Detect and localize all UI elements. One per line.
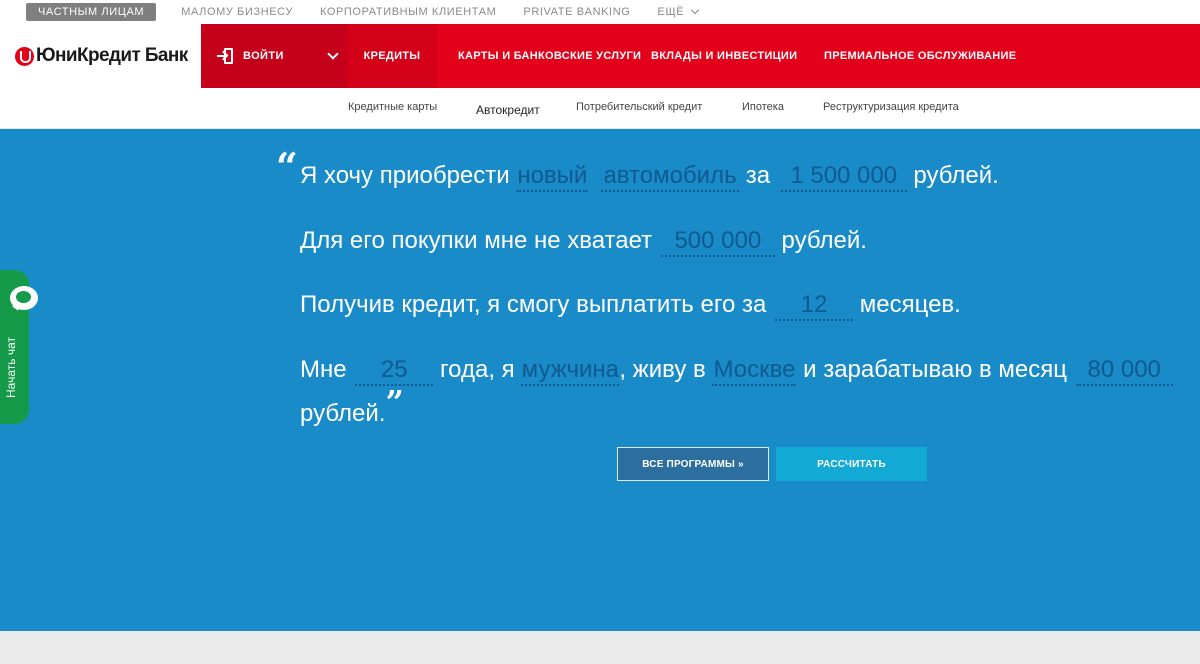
- form-text: и зарабатываю в месяц: [803, 356, 1068, 383]
- chevron-down-icon: [690, 5, 700, 15]
- logo[interactable]: ЮниКредит Банк: [0, 24, 201, 88]
- credits-subnav: Кредитные карты Автокредит Потребительск…: [0, 88, 1200, 129]
- form-line-3: Получив кредит, я смогу выплатить его за…: [300, 290, 961, 321]
- brand-name: ЮниКредит Банк: [36, 45, 188, 66]
- login-button[interactable]: ВОЙТИ: [201, 24, 347, 88]
- gender-select[interactable]: мужчина: [521, 356, 620, 386]
- unicredit-logo-icon: [15, 46, 34, 66]
- subnav-item-credit-cards[interactable]: Кредитные карты: [348, 101, 437, 113]
- page-footer-area: [0, 631, 1200, 664]
- subnav-item-autocredit[interactable]: Автокредит: [476, 103, 540, 117]
- form-text: .: [954, 291, 961, 318]
- form-line-5: рублей.”: [300, 386, 404, 429]
- calculate-label: РАССЧИТАТЬ: [817, 458, 886, 470]
- form-text: , живу в: [619, 356, 706, 383]
- main-nav: ЮниКредит Банк ВОЙТИ КРЕДИТЫ КАРТЫ И БАН…: [0, 24, 1200, 88]
- nav-item-label: КАРТЫ И БАНКОВСКИЕ УСЛУГИ: [458, 50, 642, 62]
- segment-small-business[interactable]: МАЛОМУ БИЗНЕСУ: [181, 4, 293, 20]
- nav-item-credits[interactable]: КРЕДИТЫ: [347, 24, 437, 88]
- chat-bubble-icon: [10, 286, 38, 311]
- segment-corporate[interactable]: КОРПОРАТИВНЫМ КЛИЕНТАМ: [320, 4, 496, 20]
- form-text: Для его покупки мне не хватает: [300, 227, 653, 254]
- form-text: Мне: [300, 356, 347, 383]
- segment-private[interactable]: ЧАСТНЫМ ЛИЦАМ: [26, 3, 157, 21]
- login-label: ВОЙТИ: [243, 50, 284, 62]
- all-programs-button[interactable]: ВСЕ ПРОГРАММЫ »: [617, 447, 769, 481]
- age-input[interactable]: 25: [355, 356, 434, 386]
- login-icon: [217, 48, 233, 64]
- form-text: месяцев: [859, 291, 955, 318]
- form-text: рублей: [913, 162, 993, 189]
- nav-item-premium[interactable]: ПРЕМИАЛЬНОЕ ОБСЛУЖИВАНИЕ: [824, 24, 1044, 88]
- segment-more[interactable]: ЕЩЁ: [657, 4, 700, 20]
- subnav-item-mortgage[interactable]: Ипотека: [742, 101, 784, 113]
- nav-item-label: КРЕДИТЫ: [363, 50, 421, 62]
- segment-more-label: ЕЩЁ: [657, 6, 685, 18]
- all-programs-label: ВСЕ ПРОГРАММЫ »: [642, 458, 744, 470]
- chevron-down-icon: [327, 48, 339, 60]
- form-text: Получив кредит, я смогу выплатить его за: [300, 291, 767, 318]
- quote-open-mark: “: [276, 144, 298, 189]
- nav-item-label: ПРЕМИАЛЬНОЕ ОБСЛУЖИВАНИЕ: [824, 50, 1017, 62]
- form-text: рублей: [300, 400, 379, 427]
- start-chat-label: Начать чат: [4, 337, 18, 398]
- form-text: года, я: [439, 356, 515, 383]
- nav-item-label: ВКЛАДЫ И ИНВЕСТИЦИИ: [651, 50, 798, 62]
- segment-private-banking[interactable]: PRIVATE BANKING: [523, 4, 630, 20]
- form-line-4: Мне 25 года, я мужчина, живу в Москве и …: [300, 355, 1173, 386]
- subnav-item-restructuring[interactable]: Реструктуризация кредита: [823, 101, 959, 113]
- car-price-input[interactable]: 1 500 000: [780, 162, 907, 192]
- form-line-2: Для его покупки мне не хватает 500 000 р…: [300, 226, 867, 257]
- segment-bar: ЧАСТНЫМ ЛИЦАМ МАЛОМУ БИЗНЕСУ КОРПОРАТИВН…: [0, 0, 1200, 24]
- income-input[interactable]: 80 000: [1075, 356, 1173, 386]
- subnav-item-consumer-credit[interactable]: Потребительский кредит: [576, 101, 702, 113]
- form-text: .: [860, 227, 867, 254]
- vehicle-type-select[interactable]: автомобиль: [601, 162, 740, 192]
- form-text: рублей: [781, 227, 861, 254]
- nav-item-deposits[interactable]: ВКЛАДЫ И ИНВЕСТИЦИИ: [651, 24, 824, 88]
- form-text: Я хочу приобрести: [300, 162, 510, 189]
- quote-close-mark: ”: [385, 383, 404, 421]
- form-text: за: [745, 162, 771, 189]
- nav-item-cards[interactable]: КАРТЫ И БАНКОВСКИЕ УСЛУГИ: [437, 24, 651, 88]
- loan-amount-input[interactable]: 500 000: [660, 227, 775, 257]
- calculate-button[interactable]: РАССЧИТАТЬ: [776, 447, 927, 481]
- car-condition-select[interactable]: новый: [516, 162, 589, 192]
- loan-calculator-section: “ Я хочу приобрести новый автомобиль за …: [0, 129, 1200, 631]
- form-line-1: Я хочу приобрести новый автомобиль за 1 …: [300, 161, 999, 192]
- city-select[interactable]: Москве: [712, 356, 797, 386]
- loan-term-input[interactable]: 12: [775, 291, 854, 321]
- form-text: .: [992, 162, 999, 189]
- start-chat-tab[interactable]: Начать чат: [0, 270, 38, 424]
